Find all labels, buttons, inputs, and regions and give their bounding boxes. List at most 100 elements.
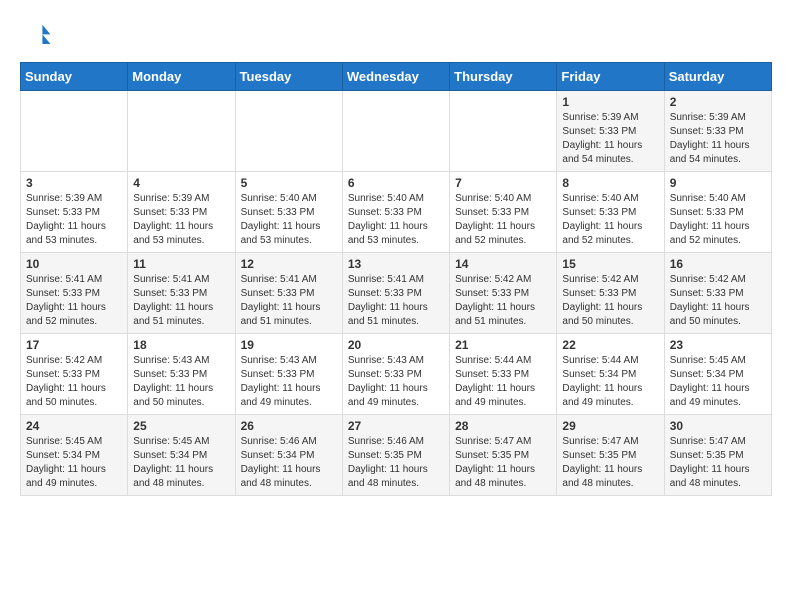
day-info: Sunrise: 5:40 AM Sunset: 5:33 PM Dayligh… (241, 192, 337, 248)
day-info: Sunrise: 5:42 AM Sunset: 5:33 PM Dayligh… (455, 273, 551, 329)
calendar-cell: 3 Sunrise: 5:39 AM Sunset: 5:33 PM Daylig… (21, 172, 128, 253)
calendar-cell: 30 Sunrise: 5:47 AM Sunset: 5:35 PM Dayli… (664, 415, 771, 496)
day-number: 19 (241, 338, 337, 352)
day-number: 4 (133, 176, 229, 190)
day-info: Sunrise: 5:45 AM Sunset: 5:34 PM Dayligh… (26, 435, 122, 491)
calendar-cell: 26Sunrise: 5:46 AM Sunset: 5:34 PM Dayli… (235, 415, 342, 496)
day-info: Sunrise: 5:41 AM Sunset: 5:33 PM Dayligh… (133, 273, 229, 329)
calendar-cell: 24 Sunrise: 5:45 AM Sunset: 5:34 PM Dayli… (21, 415, 128, 496)
page: SundayMondayTuesdayWednesdayThursdayFrid… (0, 0, 792, 516)
day-info: Sunrise: 5:39 AM Sunset: 5:33 PM Dayligh… (562, 111, 658, 167)
calendar-cell: 4 Sunrise: 5:39 AM Sunset: 5:33 PM Daylig… (128, 172, 235, 253)
day-info: Sunrise: 5:40 AM Sunset: 5:33 PM Dayligh… (562, 192, 658, 248)
day-number: 3 (26, 176, 122, 190)
week-row-1: 3 Sunrise: 5:39 AM Sunset: 5:33 PM Daylig… (21, 172, 772, 253)
calendar-cell: 13 Sunrise: 5:41 AM Sunset: 5:33 PM Dayli… (342, 253, 449, 334)
calendar-cell: 9Sunrise: 5:40 AM Sunset: 5:33 PM Daylig… (664, 172, 771, 253)
calendar-cell: 8 Sunrise: 5:40 AM Sunset: 5:33 PM Daylig… (557, 172, 664, 253)
day-number: 18 (133, 338, 229, 352)
calendar-cell: 7Sunrise: 5:40 AM Sunset: 5:33 PM Daylig… (450, 172, 557, 253)
day-info: Sunrise: 5:47 AM Sunset: 5:35 PM Dayligh… (562, 435, 658, 491)
day-number: 15 (562, 257, 658, 271)
day-info: Sunrise: 5:39 AM Sunset: 5:33 PM Dayligh… (133, 192, 229, 248)
day-number: 24 (26, 419, 122, 433)
day-number: 17 (26, 338, 122, 352)
day-number: 5 (241, 176, 337, 190)
weekday-header-monday: Monday (128, 63, 235, 91)
calendar-cell: 10Sunrise: 5:41 AM Sunset: 5:33 PM Dayli… (21, 253, 128, 334)
day-number: 27 (348, 419, 444, 433)
day-info: Sunrise: 5:40 AM Sunset: 5:33 PM Dayligh… (348, 192, 444, 248)
weekday-header-sunday: Sunday (21, 63, 128, 91)
calendar-cell: 11 Sunrise: 5:41 AM Sunset: 5:33 PM Dayli… (128, 253, 235, 334)
logo-icon (20, 20, 52, 52)
day-number: 26 (241, 419, 337, 433)
day-info: Sunrise: 5:42 AM Sunset: 5:33 PM Dayligh… (670, 273, 766, 329)
day-number: 13 (348, 257, 444, 271)
day-info: Sunrise: 5:43 AM Sunset: 5:33 PM Dayligh… (241, 354, 337, 410)
calendar-cell: 1 Sunrise: 5:39 AM Sunset: 5:33 PM Daylig… (557, 91, 664, 172)
calendar-cell: 12 Sunrise: 5:41 AM Sunset: 5:33 PM Dayli… (235, 253, 342, 334)
day-info: Sunrise: 5:40 AM Sunset: 5:33 PM Dayligh… (455, 192, 551, 248)
day-number: 30 (670, 419, 766, 433)
day-number: 2 (670, 95, 766, 109)
day-info: Sunrise: 5:45 AM Sunset: 5:34 PM Dayligh… (670, 354, 766, 410)
day-info: Sunrise: 5:41 AM Sunset: 5:33 PM Dayligh… (241, 273, 337, 329)
day-info: Sunrise: 5:43 AM Sunset: 5:33 PM Dayligh… (133, 354, 229, 410)
day-number: 9 (670, 176, 766, 190)
calendar-cell: 19 Sunrise: 5:43 AM Sunset: 5:33 PM Dayli… (235, 334, 342, 415)
calendar-table: SundayMondayTuesdayWednesdayThursdayFrid… (20, 62, 772, 496)
weekday-header-friday: Friday (557, 63, 664, 91)
day-number: 1 (562, 95, 658, 109)
weekday-header-thursday: Thursday (450, 63, 557, 91)
calendar-cell: 6 Sunrise: 5:40 AM Sunset: 5:33 PM Daylig… (342, 172, 449, 253)
day-number: 29 (562, 419, 658, 433)
calendar-cell: 2 Sunrise: 5:39 AM Sunset: 5:33 PM Daylig… (664, 91, 771, 172)
day-info: Sunrise: 5:39 AM Sunset: 5:33 PM Dayligh… (670, 111, 766, 167)
day-info: Sunrise: 5:46 AM Sunset: 5:35 PM Dayligh… (348, 435, 444, 491)
calendar-cell (128, 91, 235, 172)
calendar-cell: 5 Sunrise: 5:40 AM Sunset: 5:33 PM Daylig… (235, 172, 342, 253)
day-info: Sunrise: 5:39 AM Sunset: 5:33 PM Dayligh… (26, 192, 122, 248)
day-info: Sunrise: 5:43 AM Sunset: 5:33 PM Dayligh… (348, 354, 444, 410)
day-number: 21 (455, 338, 551, 352)
calendar-cell: 21Sunrise: 5:44 AM Sunset: 5:33 PM Dayli… (450, 334, 557, 415)
calendar-cell: 27 Sunrise: 5:46 AM Sunset: 5:35 PM Dayli… (342, 415, 449, 496)
day-number: 12 (241, 257, 337, 271)
calendar-cell: 28Sunrise: 5:47 AM Sunset: 5:35 PM Dayli… (450, 415, 557, 496)
day-info: Sunrise: 5:42 AM Sunset: 5:33 PM Dayligh… (26, 354, 122, 410)
calendar-cell: 18 Sunrise: 5:43 AM Sunset: 5:33 PM Dayli… (128, 334, 235, 415)
calendar-cell: 17 Sunrise: 5:42 AM Sunset: 5:33 PM Dayli… (21, 334, 128, 415)
day-info: Sunrise: 5:41 AM Sunset: 5:33 PM Dayligh… (26, 273, 122, 329)
calendar-cell: 23 Sunrise: 5:45 AM Sunset: 5:34 PM Dayli… (664, 334, 771, 415)
weekday-header-tuesday: Tuesday (235, 63, 342, 91)
day-number: 25 (133, 419, 229, 433)
calendar-cell (342, 91, 449, 172)
weekday-header-saturday: Saturday (664, 63, 771, 91)
day-info: Sunrise: 5:47 AM Sunset: 5:35 PM Dayligh… (670, 435, 766, 491)
day-number: 8 (562, 176, 658, 190)
day-number: 11 (133, 257, 229, 271)
week-row-2: 10Sunrise: 5:41 AM Sunset: 5:33 PM Dayli… (21, 253, 772, 334)
day-number: 14 (455, 257, 551, 271)
calendar-cell: 16Sunrise: 5:42 AM Sunset: 5:33 PM Dayli… (664, 253, 771, 334)
week-row-3: 17 Sunrise: 5:42 AM Sunset: 5:33 PM Dayli… (21, 334, 772, 415)
day-number: 23 (670, 338, 766, 352)
calendar-cell: 25 Sunrise: 5:45 AM Sunset: 5:34 PM Dayli… (128, 415, 235, 496)
calendar-cell (235, 91, 342, 172)
calendar-cell (450, 91, 557, 172)
header (20, 20, 772, 52)
calendar-cell: 22Sunrise: 5:44 AM Sunset: 5:34 PM Dayli… (557, 334, 664, 415)
calendar-cell: 20 Sunrise: 5:43 AM Sunset: 5:33 PM Dayli… (342, 334, 449, 415)
day-info: Sunrise: 5:45 AM Sunset: 5:34 PM Dayligh… (133, 435, 229, 491)
week-row-4: 24 Sunrise: 5:45 AM Sunset: 5:34 PM Dayli… (21, 415, 772, 496)
weekday-header-row: SundayMondayTuesdayWednesdayThursdayFrid… (21, 63, 772, 91)
calendar-cell (21, 91, 128, 172)
day-info: Sunrise: 5:42 AM Sunset: 5:33 PM Dayligh… (562, 273, 658, 329)
day-number: 20 (348, 338, 444, 352)
day-info: Sunrise: 5:41 AM Sunset: 5:33 PM Dayligh… (348, 273, 444, 329)
day-number: 6 (348, 176, 444, 190)
day-number: 28 (455, 419, 551, 433)
calendar-cell: 14 Sunrise: 5:42 AM Sunset: 5:33 PM Dayli… (450, 253, 557, 334)
week-row-0: 1 Sunrise: 5:39 AM Sunset: 5:33 PM Daylig… (21, 91, 772, 172)
